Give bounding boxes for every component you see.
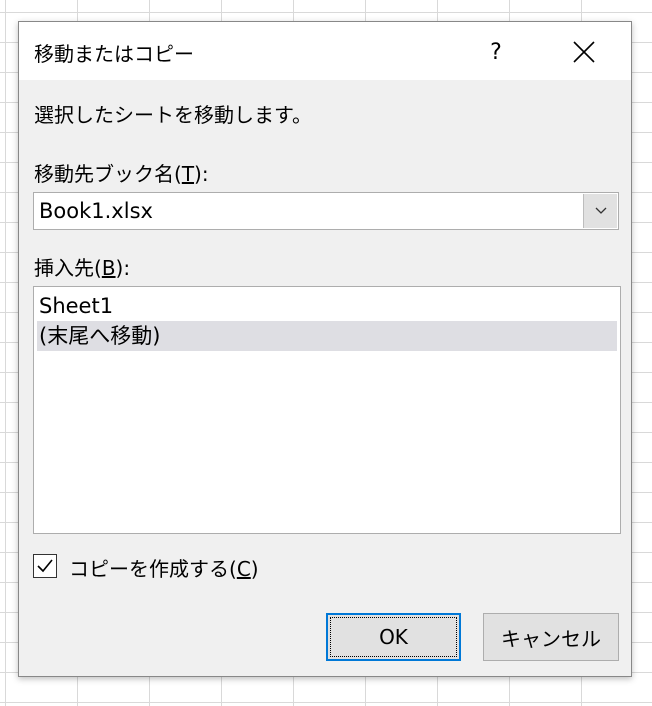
book-select-dropdown-button[interactable] [583,194,617,228]
close-button[interactable] [559,32,609,72]
cancel-button-label: キャンセル [501,626,601,651]
ok-button-label: OK [379,625,408,649]
list-item-sheet1[interactable]: Sheet1 [37,291,617,321]
chevron-down-icon [595,207,606,214]
insert-before-list[interactable]: Sheet1 (末尾へ移動) [33,286,621,534]
dialog-title: 移動またはコピー [34,42,194,66]
create-copy-checkbox[interactable] [33,554,57,578]
checkmark-icon [37,559,53,573]
move-copy-dialog: 移動またはコピー ? 選択したシートを移動します。 移動先ブック名(T): Bo… [18,21,632,677]
ok-button[interactable]: OK [326,613,461,661]
insert-label: 挿入先(B): [34,256,131,280]
create-copy-label: コピーを作成する(C) [69,557,259,581]
close-icon [573,41,595,63]
book-select-value: Book1.xlsx [39,199,153,223]
title-bar: 移動またはコピー ? [19,22,631,80]
help-button[interactable]: ? [471,32,521,72]
help-icon: ? [490,39,502,65]
instruction-text: 選択したシートを移動します。 [34,103,312,127]
book-label: 移動先ブック名(T): [34,162,209,186]
list-item-move-to-end[interactable]: (末尾へ移動) [37,321,617,351]
cancel-button[interactable]: キャンセル [483,613,619,661]
book-select[interactable]: Book1.xlsx [33,192,619,230]
